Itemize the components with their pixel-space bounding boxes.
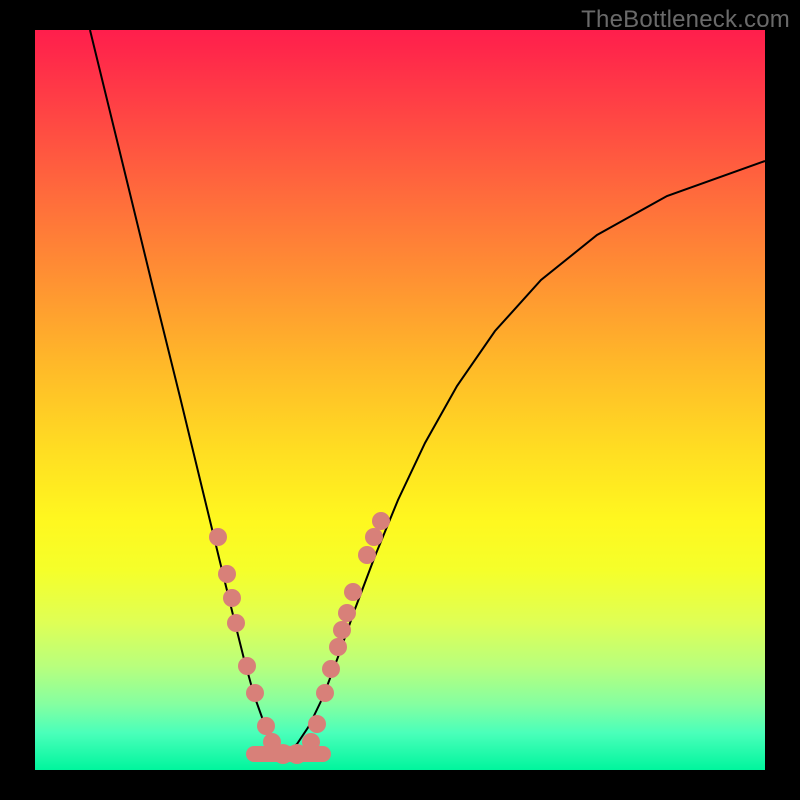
data-dot	[218, 565, 236, 583]
chart-frame: TheBottleneck.com	[0, 0, 800, 800]
data-dot	[322, 660, 340, 678]
data-dot	[329, 638, 347, 656]
plot-area	[35, 30, 765, 770]
data-dot	[358, 546, 376, 564]
data-dot	[316, 684, 334, 702]
data-dot	[302, 733, 320, 751]
data-dot	[344, 583, 362, 601]
data-dot	[257, 717, 275, 735]
chart-svg	[35, 30, 765, 770]
curve-left-branch	[90, 30, 286, 754]
data-dot	[246, 684, 264, 702]
data-dot	[238, 657, 256, 675]
data-dot	[308, 715, 326, 733]
data-dot	[338, 604, 356, 622]
data-dot	[333, 621, 351, 639]
data-dot	[223, 589, 241, 607]
data-dot	[372, 512, 390, 530]
data-dot	[209, 528, 227, 546]
data-dots	[209, 512, 390, 764]
data-dot	[227, 614, 245, 632]
curve-right-branch	[286, 161, 765, 754]
data-dot	[365, 528, 383, 546]
